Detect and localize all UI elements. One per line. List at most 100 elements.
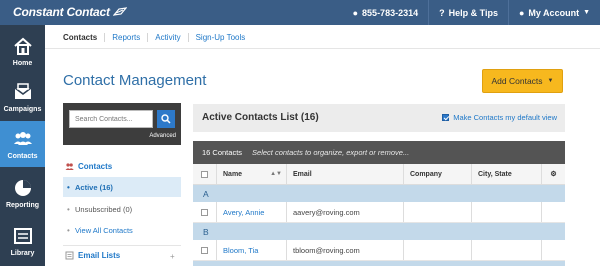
contacts-icon (13, 132, 32, 145)
help-tips-button[interactable]: ? Help & Tips (428, 0, 508, 25)
rail-label-home: Home (12, 60, 33, 67)
bullet-icon: • (67, 204, 70, 214)
top-right-menu: ● 855-783-2314 ? Help & Tips ● My Accoun… (343, 0, 600, 25)
nav-view-all[interactable]: • View All Contacts (63, 220, 181, 240)
rail-label-library: Library (10, 250, 35, 257)
table-row[interactable]: Avery, Annie aavery@roving.com (193, 202, 565, 223)
bullet-icon: • (67, 225, 70, 235)
default-view-checkbox[interactable]: Make Contacts my default view (442, 113, 557, 122)
search-input[interactable] (69, 110, 153, 128)
rail-item-library[interactable]: Library (0, 218, 45, 264)
library-icon (13, 228, 32, 244)
row-checkbox[interactable] (201, 208, 208, 216)
nav-view-all-label: View All Contacts (75, 225, 133, 235)
phone-number: 855-783-2314 (362, 7, 419, 18)
contact-city (472, 240, 542, 260)
email-lists-section[interactable]: Email Lists (63, 251, 120, 260)
contacts-section-label: Contacts (78, 162, 113, 171)
table-header: Name ▲▼ Email Company City, State ⚙ (193, 164, 565, 185)
contact-company (404, 240, 472, 260)
user-icon: ● (518, 7, 525, 18)
account-label: My Account (528, 7, 580, 18)
list-icon (65, 251, 74, 260)
contact-city (472, 202, 542, 222)
bullet-icon: • (67, 182, 70, 192)
column-email-label: Email (293, 170, 312, 178)
reporting-icon (14, 180, 31, 196)
advanced-search-link[interactable]: Advanced (149, 133, 176, 139)
list-title: Active Contacts List (16) (202, 112, 319, 123)
campaigns-icon (14, 83, 31, 99)
gear-icon: ⚙ (550, 171, 557, 178)
rail-item-campaigns[interactable]: Campaigns (0, 74, 45, 120)
column-city-label: City, State (478, 170, 512, 178)
select-all-checkbox[interactable] (201, 170, 208, 178)
nav-unsubscribed-label: Unsubscribed (0) (75, 204, 133, 214)
subnav-reports[interactable]: Reports (104, 33, 147, 42)
subnav-activity[interactable]: Activity (147, 33, 187, 42)
rail-item-home[interactable]: Home (0, 28, 45, 74)
group-header-b: B (193, 223, 565, 240)
group-header-a: A (193, 185, 565, 202)
brand-name: Constant Contact (13, 5, 110, 19)
column-email[interactable]: Email (287, 164, 404, 184)
column-settings[interactable]: ⚙ (542, 164, 565, 184)
contact-email: tbloom@roving.com (287, 240, 404, 260)
selection-hint: Select contacts to organize, export or r… (252, 148, 410, 157)
chevron-down-icon: ▼ (547, 78, 554, 84)
divider (63, 245, 181, 246)
contact-company (404, 202, 472, 222)
nav-active[interactable]: • Active (16) (63, 177, 181, 197)
contacts-small-icon (65, 163, 74, 170)
add-contacts-label: Add Contacts (491, 76, 543, 86)
rail-label-contacts: Contacts (7, 153, 38, 160)
contact-name[interactable]: Bloom, Tia (217, 240, 287, 260)
add-contacts-button[interactable]: Add Contacts ▼ (482, 69, 563, 93)
nav-unsubscribed[interactable]: • Unsubscribed (0) (63, 199, 181, 219)
question-icon: ? (439, 7, 445, 18)
rail-label-campaigns: Campaigns (3, 106, 42, 113)
search-button[interactable] (157, 110, 175, 128)
brand-logo[interactable]: Constant Contact (13, 5, 127, 19)
contacts-count: 16 Contacts (202, 148, 243, 157)
my-account-button[interactable]: ● My Account ▼ (507, 0, 600, 25)
phone-item[interactable]: ● 855-783-2314 (343, 0, 429, 25)
column-company[interactable]: Company (404, 164, 472, 184)
sub-navigation: Contacts Reports Activity Sign-Up Tools (63, 33, 252, 42)
search-icon (161, 114, 171, 124)
select-all-cell (193, 164, 217, 184)
help-label: Help & Tips (448, 7, 498, 18)
contact-name[interactable]: Avery, Annie (217, 202, 287, 222)
column-city[interactable]: City, State (472, 164, 542, 184)
contact-email: aavery@roving.com (287, 202, 404, 222)
rail-label-reporting: Reporting (5, 202, 40, 209)
row-check-cell (193, 240, 217, 260)
chat-icon: ● (352, 7, 359, 18)
sort-icon: ▲▼ (270, 171, 282, 177)
home-icon (13, 37, 32, 55)
envelope-logo-icon (112, 7, 127, 16)
contacts-table: Name ▲▼ Email Company City, State ⚙ A Av… (193, 164, 565, 266)
checkbox-checked-icon (442, 114, 450, 121)
row-checkbox[interactable] (201, 246, 208, 254)
column-name-label: Name (223, 170, 243, 178)
default-view-label: Make Contacts my default view (453, 113, 557, 122)
column-name[interactable]: Name ▲▼ (217, 164, 287, 184)
row-check-cell (193, 202, 217, 222)
chevron-down-icon: ▼ (583, 9, 590, 16)
subnav-signup-tools[interactable]: Sign-Up Tools (187, 33, 253, 42)
contacts-section[interactable]: Contacts (63, 162, 112, 171)
selection-bar: 16 Contacts Select contacts to organize,… (193, 141, 565, 164)
left-rail: Home Campaigns Contacts Reporting Librar… (0, 25, 45, 266)
subnav-contacts[interactable]: Contacts (63, 33, 104, 42)
rail-item-contacts[interactable]: Contacts (0, 121, 45, 167)
group-header-next (193, 261, 565, 266)
table-row[interactable]: Bloom, Tia tbloom@roving.com (193, 240, 565, 261)
email-lists-label: Email Lists (78, 251, 121, 260)
row-spacer (542, 240, 565, 260)
list-header: Active Contacts List (16) Make Contacts … (193, 104, 565, 132)
search-panel: Advanced (63, 103, 181, 145)
rail-item-reporting[interactable]: Reporting (0, 170, 45, 216)
add-list-button[interactable]: + (170, 252, 175, 261)
row-spacer (542, 202, 565, 222)
